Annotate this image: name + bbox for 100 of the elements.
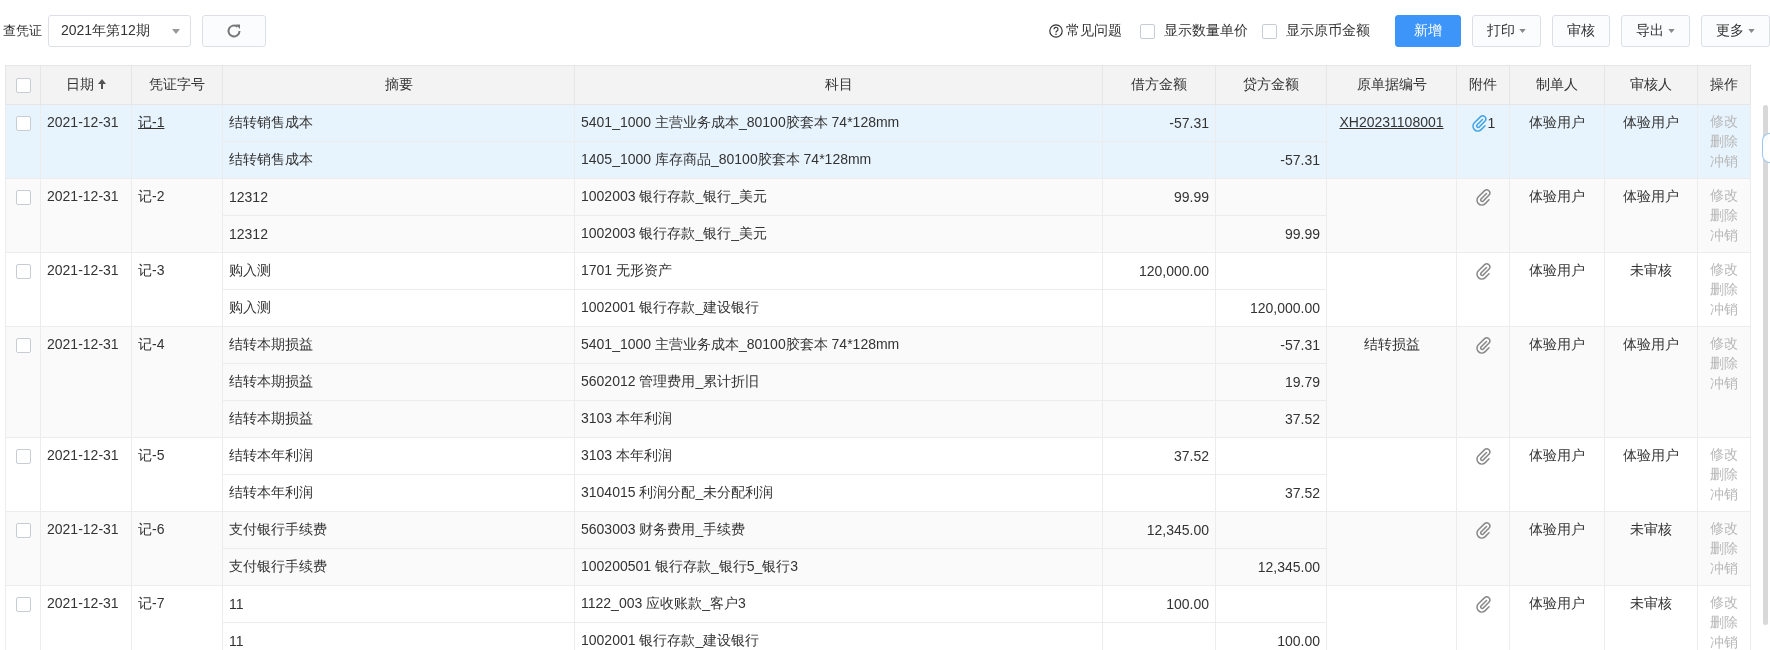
paperclip-icon[interactable]: [1475, 188, 1491, 206]
help-link[interactable]: 常见问题: [1049, 22, 1122, 40]
table-cell: 1701 无形资产: [574, 252, 1103, 290]
row-checkbox[interactable]: [15, 522, 31, 538]
table-cell: 1002001 银行存款_建设银行: [574, 289, 1103, 327]
source-document-link[interactable]: 结转损益: [1363, 336, 1420, 352]
column-header: 科目: [574, 65, 1103, 105]
table-cell: 体验用户: [1604, 104, 1698, 179]
column-header: 借方金额: [1102, 65, 1216, 105]
table-cell: 1122_003 应收账款_客户3: [574, 585, 1103, 623]
table-cell: 100.00: [1102, 585, 1216, 623]
table-cell: 体验用户: [1604, 326, 1698, 438]
table-cell: 1002003 银行存款_银行_美元: [574, 178, 1103, 216]
table-cell: 12,345.00: [1102, 511, 1216, 549]
row-checkbox[interactable]: [15, 448, 31, 464]
table-cell: 体验用户: [1509, 252, 1605, 327]
sort-arrow-icon[interactable]: [98, 79, 106, 89]
voucher-link[interactable]: 记-6: [138, 521, 165, 537]
table-cell: 2021-12-31: [40, 326, 132, 438]
table-cell: 12312: [222, 178, 575, 216]
table-cell: 1405_1000 库存商品_80100胶套本 74*128mm: [574, 141, 1103, 179]
voucher-link[interactable]: 记-5: [138, 447, 165, 463]
table-cell: 19.79: [1215, 363, 1327, 401]
dropdown-button[interactable]: 打印: [1472, 15, 1541, 47]
table-cell: 11: [222, 585, 575, 623]
table-cell: 未审核: [1604, 252, 1698, 327]
row-checkbox[interactable]: [15, 115, 31, 131]
refresh-icon: [225, 22, 243, 40]
table-cell: 12312: [222, 215, 575, 253]
side-tab-icon[interactable]: [1762, 133, 1770, 163]
column-header: 审核人: [1604, 65, 1698, 105]
table-cell: 2021-12-31: [40, 437, 132, 512]
column-header: 摘要: [222, 65, 575, 105]
column-label: 日期: [66, 76, 94, 92]
table-cell: 支付银行手续费: [222, 511, 575, 549]
table-cell: 37.52: [1102, 437, 1216, 475]
table-cell: 支付银行手续费: [222, 548, 575, 586]
voucher-link[interactable]: 记-3: [138, 262, 165, 278]
table-cell: 结转本期损益: [222, 326, 575, 364]
toolbar-button[interactable]: 审核: [1552, 15, 1610, 47]
table-cell: 5401_1000 主营业务成本_80100胶套本 74*128mm: [574, 104, 1103, 142]
paperclip-icon[interactable]: [1475, 595, 1491, 613]
voucher-link[interactable]: 记-2: [138, 188, 165, 204]
row-checkbox[interactable]: [15, 596, 31, 612]
row-checkbox[interactable]: [15, 263, 31, 279]
paperclip-icon[interactable]: [1470, 114, 1487, 132]
table-cell: -57.31: [1102, 104, 1216, 142]
table-cell: 体验用户: [1509, 326, 1605, 438]
caret-icon: [1748, 29, 1755, 33]
voucher-link[interactable]: 记-4: [138, 336, 165, 352]
scrollbar[interactable]: [1763, 105, 1768, 625]
refresh-button[interactable]: [202, 15, 266, 47]
table-cell: 99.99: [1215, 215, 1327, 253]
dropdown-button[interactable]: 更多: [1701, 15, 1770, 47]
caret-icon: [172, 28, 180, 34]
caret-icon: [1668, 29, 1675, 33]
table-cell: 购入测: [222, 252, 575, 290]
table-cell: 购入测: [222, 289, 575, 327]
table-cell: 99.99: [1102, 178, 1216, 216]
table-cell: 结转销售成本: [222, 141, 575, 179]
table-cell: 结转本年利润: [222, 474, 575, 512]
table-cell: 结转本年利润: [222, 437, 575, 475]
paperclip-icon[interactable]: [1475, 262, 1491, 280]
toolbar-button[interactable]: 新增: [1395, 15, 1461, 47]
voucher-link[interactable]: 记-7: [138, 595, 165, 611]
source-document-link[interactable]: XH20231108001: [1339, 114, 1444, 130]
table-cell: 3103 本年利润: [574, 400, 1103, 438]
checkbox[interactable]: [1140, 23, 1155, 39]
row-checkbox[interactable]: [15, 189, 31, 205]
help-label: 常见问题: [1066, 22, 1122, 40]
voucher-link[interactable]: 记-1: [138, 114, 165, 130]
table-cell: 体验用户: [1604, 437, 1698, 512]
table-cell: 1002003 银行存款_银行_美元: [574, 215, 1103, 253]
column-header: 凭证字号: [131, 65, 223, 105]
table-cell: 结转本期损益: [222, 363, 575, 401]
table-cell: 12,345.00: [1215, 548, 1327, 586]
column-header: 操作: [1697, 65, 1751, 105]
table-cell: 2021-12-31: [40, 511, 132, 586]
column-header: 附件: [1456, 65, 1510, 105]
period-select[interactable]: 2021年第12期: [48, 15, 191, 47]
table-cell: 体验用户: [1509, 104, 1605, 179]
table-cell: 体验用户: [1509, 178, 1605, 253]
paperclip-icon[interactable]: [1475, 521, 1491, 539]
table-cell: 5401_1000 主营业务成本_80100胶套本 74*128mm: [574, 326, 1103, 364]
column-header: 制单人: [1509, 65, 1605, 105]
checkbox[interactable]: [1262, 23, 1277, 39]
table-cell: 2021-12-31: [40, 104, 132, 179]
paperclip-icon[interactable]: [1475, 447, 1491, 465]
table-cell: 3104015 利润分配_未分配利润: [574, 474, 1103, 512]
table-cell: 3103 本年利润: [574, 437, 1103, 475]
table-cell: 2021-12-31: [40, 178, 132, 253]
table-cell: 120,000.00: [1102, 252, 1216, 290]
table-cell: 37.52: [1215, 400, 1327, 438]
paperclip-icon[interactable]: [1475, 336, 1491, 354]
dropdown-button[interactable]: 导出: [1621, 15, 1690, 47]
table-cell: -57.31: [1215, 141, 1327, 179]
row-checkbox[interactable]: [15, 337, 31, 353]
table-cell: 结转销售成本: [222, 104, 575, 142]
select-all-checkbox[interactable]: [15, 78, 31, 94]
table-cell: 100200501 银行存款_银行5_银行3: [574, 548, 1103, 586]
